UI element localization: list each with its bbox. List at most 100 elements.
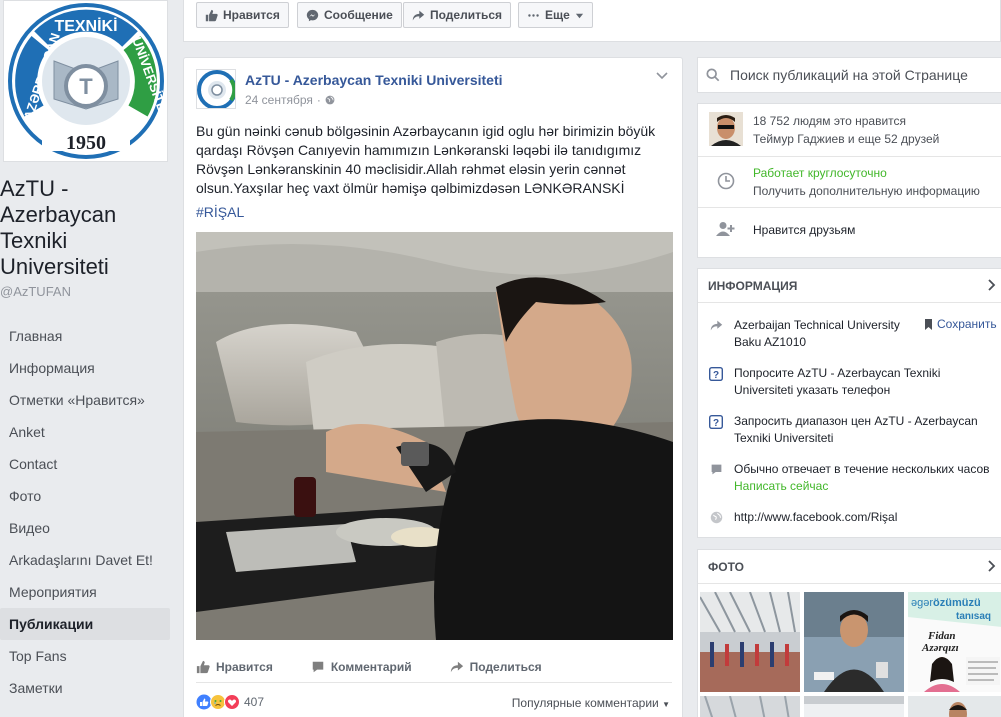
post-author-link[interactable]: AzTU - Azerbaycan Texniki Universiteti [245,72,503,88]
photo3-text-2: özümüzü [933,597,981,609]
nav-item[interactable]: Публикации [0,608,170,640]
address-row: Azerbaijan Technical University Baku AZ1… [698,317,1001,351]
caret-down-icon [575,13,583,18]
globe-icon [325,95,335,105]
share-page-label: Поделиться [430,8,503,22]
nav-item[interactable]: Главная [0,320,170,352]
bookmark-icon [925,318,932,330]
photos-box: ФОТО əgər özümüzü tanısaq Fidan Azərqızı [697,549,1001,717]
globe-icon [710,511,722,524]
svg-text:T: T [79,74,93,99]
photo-thumb-6[interactable] [908,696,1001,717]
save-label: Сохранить [937,317,997,331]
write-now-link[interactable]: Написать сейчас [734,478,990,495]
share-arrow-icon [412,10,425,20]
divider [698,207,1001,208]
search-input[interactable] [730,67,1000,83]
question-icon: ? [709,367,723,381]
nav-item[interactable]: Заметки [0,672,170,704]
friend-avatar[interactable] [708,112,743,146]
friends-like-row[interactable]: Нравится друзьям [698,221,1001,239]
more-dots-icon [528,13,539,17]
photos-title: ФОТО [708,559,744,574]
post-hashtag[interactable]: #RİŞAL [196,204,244,220]
nav-item[interactable]: Contact [0,448,170,480]
post-share-label: Поделиться [469,660,542,674]
post-like-button[interactable]: Нравится [196,656,273,678]
photo-thumb-5[interactable] [804,696,904,717]
nav-item[interactable]: Отметки «Нравится» [0,384,170,416]
save-location-button[interactable]: Сохранить [924,317,997,331]
nav-item[interactable]: Видео [0,512,170,544]
nav-item[interactable]: Информация [0,352,170,384]
post-photo[interactable] [196,232,673,640]
nav-item[interactable]: Anket [0,416,170,448]
post-options-chevron-icon[interactable] [656,72,668,80]
svg-text:?: ? [713,370,719,381]
share-page-button[interactable]: Поделиться [403,2,512,28]
nav-item[interactable]: Top Fans [0,640,170,672]
photo3-name-1: Fidan [927,630,956,642]
nav-item[interactable]: Arkadaşlarını Davet Et! [0,544,170,576]
info-title: ИНФОРМАЦИЯ [708,278,798,293]
messenger-icon [306,9,319,21]
photo3-name-2: Azərqızı [921,642,959,654]
nav-item[interactable]: Фото [0,480,170,512]
response-time: Обычно отвечает в течение нескольких час… [734,462,990,476]
likes-friends[interactable]: Теймур Гаджиев и еще 52 друзей [753,130,939,148]
ask-phone-link[interactable]: Попросите AzTU - Azerbaycan Texniki Univ… [734,365,974,399]
comment-icon [312,661,324,673]
photo-thumb-4[interactable] [700,696,800,717]
photos-header[interactable]: ФОТО [698,550,1001,584]
comment-sort-dropdown[interactable]: Популярные комментарии ▼ [512,696,670,710]
divider [698,156,1001,157]
hours-more[interactable]: Получить дополнительную информацию [753,182,980,200]
chevron-right-icon[interactable] [988,560,996,572]
comment-sort-label: Популярные комментарии [511,696,659,710]
info-header[interactable]: ИНФОРМАЦИЯ [698,269,1001,303]
clock-icon [717,172,734,190]
post-meta: 24 сентября · [245,93,335,107]
address-line2: Baku AZ1010 [734,335,807,349]
post-reactions[interactable]: 407 [196,694,264,710]
like-page-label: Нравится [223,8,280,22]
photo-thumb-3[interactable]: əgər özümüzü tanısaq Fidan Azərqızı [908,592,1001,692]
photo3-text-1: əgər [911,597,933,609]
ask-price-link[interactable]: Запросить диапазон цен AzTU - Azerbaycan… [734,413,994,447]
more-button[interactable]: Еще [518,2,593,28]
hours-row[interactable]: Работает круглосуточно Получить дополнит… [698,164,1001,200]
like-page-button[interactable]: Нравится [196,2,289,28]
response-row: Обычно отвечает в течение нескольких час… [698,461,1001,495]
photo-thumb-1[interactable] [700,592,800,692]
reactions-count: 407 [244,695,265,709]
chevron-right-icon[interactable] [988,279,996,291]
thumbs-up-icon [196,660,210,674]
post-actions: Нравится Комментарий Поделиться [196,656,672,678]
post-author-avatar[interactable] [196,69,236,109]
post-date[interactable]: 24 сентября [245,93,313,107]
message-button[interactable]: Сообщение [297,2,402,28]
post-card: AzTU - Azerbaycan Texniki Universiteti 2… [183,57,683,717]
logo-top-text: TEXNİKİ [54,17,117,35]
hours-status: Работает круглосуточно [753,166,887,180]
ask-price-row[interactable]: ? Запросить диапазон цен AzTU - Azerbayc… [698,413,1001,447]
address-line1[interactable]: Azerbaijan Technical University [734,317,900,334]
page-logo[interactable]: TEXNİKİ AZƏRBAYCAN UNİVERSİTETİ T 1950 [3,0,168,162]
more-label: Еще [545,8,570,22]
page-action-bar: Нравится Сообщение Поделиться Еще [183,0,1001,42]
page-handle[interactable]: @AzTUFAN [0,284,71,299]
ask-phone-row[interactable]: ? Попросите AzTU - Azerbaycan Texniki Un… [698,365,1001,399]
likes-row[interactable]: 18 752 людям это нравится Теймур Гаджиев… [698,112,1001,148]
post-comment-button[interactable]: Комментарий [311,656,412,678]
photo3-text-3: tanısaq [956,611,991,622]
page-likes-box: 18 752 людям это нравится Теймур Гаджиев… [697,103,1001,258]
nav-item[interactable]: Мероприятия [0,576,170,608]
post-comment-label: Комментарий [330,660,412,674]
svg-text:?: ? [713,418,719,429]
logo-year: 1950 [66,132,106,154]
post-share-button[interactable]: Поделиться [450,656,542,678]
add-friend-icon [715,222,734,236]
photo-thumb-2[interactable] [804,592,904,692]
website-link[interactable]: http://www.facebook.com/Rişal [734,509,897,526]
website-row[interactable]: http://www.facebook.com/Rişal [698,509,1001,526]
